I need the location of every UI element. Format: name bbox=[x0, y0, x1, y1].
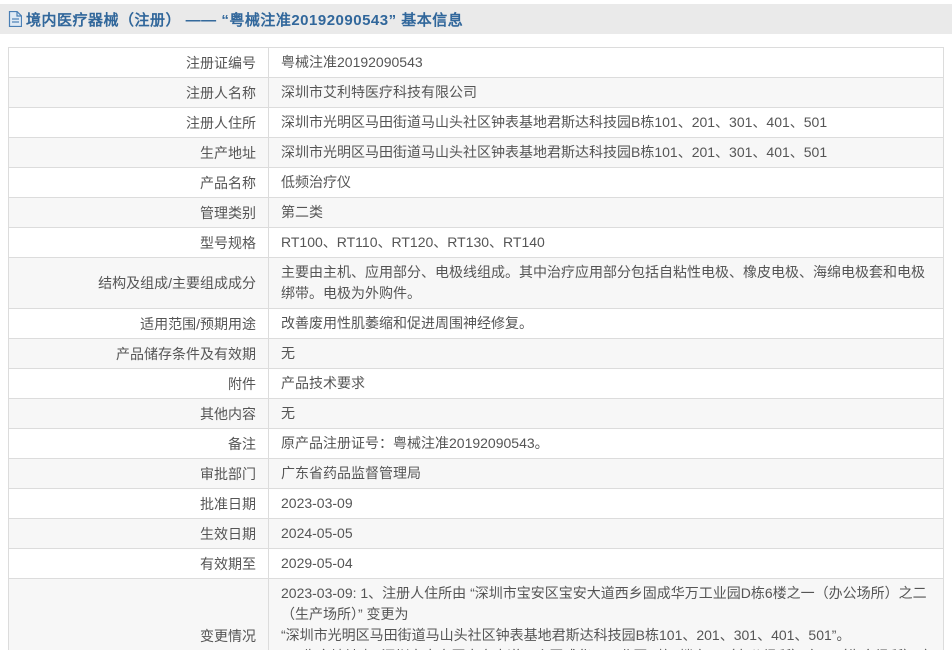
table-row: 审批部门 广东省药品监督管理局 bbox=[8, 458, 944, 489]
table-row: 变更情况 2023-03-09: 1、注册人住所由 “深圳市宝安区宝安大道西乡固… bbox=[8, 578, 944, 650]
row-label: 审批部门 bbox=[8, 458, 269, 489]
row-value: RT100、RT110、RT120、RT130、RT140 bbox=[268, 227, 944, 258]
row-label: 适用范围/预期用途 bbox=[8, 308, 269, 339]
row-value: 低频治疗仪 bbox=[268, 167, 944, 198]
row-value: 粤械注准20192090543 bbox=[268, 47, 944, 78]
table-row: 注册人名称 深圳市艾利特医疗科技有限公司 bbox=[8, 77, 944, 108]
table-row: 注册证编号 粤械注准20192090543 bbox=[8, 47, 944, 78]
row-label: 注册人住所 bbox=[8, 107, 269, 138]
table-row: 生效日期 2024-05-05 bbox=[8, 518, 944, 549]
table-row: 注册人住所 深圳市光明区马田街道马山头社区钟表基地君斯达科技园B栋101、201… bbox=[8, 107, 944, 138]
row-label: 产品储存条件及有效期 bbox=[8, 338, 269, 369]
table-row: 其他内容 无 bbox=[8, 398, 944, 429]
table-row: 管理类别 第二类 bbox=[8, 197, 944, 228]
row-label: 附件 bbox=[8, 368, 269, 399]
row-label: 型号规格 bbox=[8, 227, 269, 258]
table-row: 适用范围/预期用途 改善废用性肌萎缩和促进周围神经修复。 bbox=[8, 308, 944, 339]
row-value: 深圳市光明区马田街道马山头社区钟表基地君斯达科技园B栋101、201、301、4… bbox=[268, 107, 944, 138]
row-label: 产品名称 bbox=[8, 167, 269, 198]
row-value: 广东省药品监督管理局 bbox=[268, 458, 944, 489]
row-label: 备注 bbox=[8, 428, 269, 459]
table-row: 产品名称 低频治疗仪 bbox=[8, 167, 944, 198]
table-row: 备注 原产品注册证号：粤械注准20192090543。 bbox=[8, 428, 944, 459]
table-row: 附件 产品技术要求 bbox=[8, 368, 944, 399]
row-value: 2029-05-04 bbox=[268, 548, 944, 579]
row-value: 主要由主机、应用部分、电极线组成。其中治疗应用部分包括自粘性电极、橡皮电极、海绵… bbox=[268, 257, 944, 309]
row-value: 2023-03-09 bbox=[268, 488, 944, 519]
row-label: 生效日期 bbox=[8, 518, 269, 549]
row-label: 注册人名称 bbox=[8, 77, 269, 108]
row-value: 产品技术要求 bbox=[268, 368, 944, 399]
info-table-body: 注册证编号 粤械注准20192090543 注册人名称 深圳市艾利特医疗科技有限… bbox=[8, 47, 944, 650]
document-icon bbox=[8, 11, 22, 27]
registration-info-table: 注册证编号 粤械注准20192090543 注册人名称 深圳市艾利特医疗科技有限… bbox=[8, 47, 944, 650]
row-value: 深圳市光明区马田街道马山头社区钟表基地君斯达科技园B栋101、201、301、4… bbox=[268, 137, 944, 168]
row-value: 深圳市艾利特医疗科技有限公司 bbox=[268, 77, 944, 108]
row-label: 变更情况 bbox=[8, 578, 269, 650]
table-row: 有效期至 2029-05-04 bbox=[8, 548, 944, 579]
row-value: 无 bbox=[268, 338, 944, 369]
page-title: 境内医疗器械（注册） —— “粤械注准20192090543” 基本信息 bbox=[26, 11, 464, 29]
row-label: 注册证编号 bbox=[8, 47, 269, 78]
table-row: 结构及组成/主要组成成分 主要由主机、应用部分、电极线组成。其中治疗应用部分包括… bbox=[8, 257, 944, 309]
row-label: 其他内容 bbox=[8, 398, 269, 429]
row-value: 原产品注册证号：粤械注准20192090543。 bbox=[268, 428, 944, 459]
row-label: 批准日期 bbox=[8, 488, 269, 519]
row-label: 结构及组成/主要组成成分 bbox=[8, 257, 269, 309]
row-value: 第二类 bbox=[268, 197, 944, 228]
page-header: 境内医疗器械（注册） —— “粤械注准20192090543” 基本信息 bbox=[0, 4, 952, 34]
table-row: 批准日期 2023-03-09 bbox=[8, 488, 944, 519]
row-value: 无 bbox=[268, 398, 944, 429]
row-value: 改善废用性肌萎缩和促进周围神经修复。 bbox=[268, 308, 944, 339]
row-label: 生产地址 bbox=[8, 137, 269, 168]
table-row: 生产地址 深圳市光明区马田街道马山头社区钟表基地君斯达科技园B栋101、201、… bbox=[8, 137, 944, 168]
table-row: 产品储存条件及有效期 无 bbox=[8, 338, 944, 369]
table-row: 型号规格 RT100、RT110、RT120、RT130、RT140 bbox=[8, 227, 944, 258]
row-value: 2023-03-09: 1、注册人住所由 “深圳市宝安区宝安大道西乡固成华万工业… bbox=[268, 578, 944, 650]
row-label: 有效期至 bbox=[8, 548, 269, 579]
row-label: 管理类别 bbox=[8, 197, 269, 228]
row-value: 2024-05-05 bbox=[268, 518, 944, 549]
